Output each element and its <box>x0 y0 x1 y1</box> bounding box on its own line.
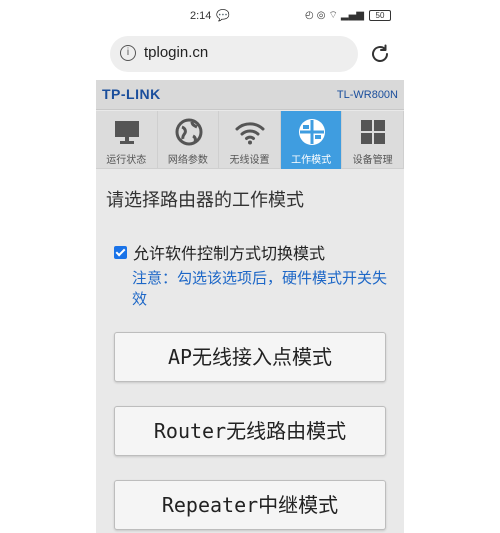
message-icon: 💬 <box>216 9 230 22</box>
tab-wireless[interactable]: 无线设置 <box>219 111 281 169</box>
reload-icon[interactable] <box>368 42 392 66</box>
brand-bar: TP-LINK TL-WR800N <box>96 80 404 110</box>
checkbox-label[interactable]: 允许软件控制方式切换模式 <box>133 240 325 264</box>
page-title: 请选择路由器的工作模式 <box>106 190 304 211</box>
router-panel: TP-LINK TL-WR800N 运行状态 网络参数 无线设置 工作模式 设备… <box>96 80 404 533</box>
mode-icon <box>298 119 325 145</box>
nfc-icon: ◴ <box>305 10 314 21</box>
tab-label: 网络参数 <box>167 155 208 166</box>
mute-icon: ◎ <box>316 10 326 21</box>
software-control-checkbox[interactable] <box>114 245 127 259</box>
tab-label: 运行状态 <box>106 155 147 166</box>
warning-note: 注意：勾选该选项后，硬件模式开关失效 <box>132 269 388 308</box>
url-text[interactable]: tplogin.cn <box>144 44 208 61</box>
tab-status[interactable]: 运行状态 <box>96 111 158 169</box>
signal-icon: ▂▄▆ <box>340 10 364 21</box>
battery-icon: 50 <box>368 10 391 21</box>
ap-mode-button[interactable]: AP无线接入点模式 <box>114 332 386 382</box>
tab-label: 工作模式 <box>291 155 332 166</box>
brand-logo: TP-LINK <box>102 86 161 102</box>
tab-label: 无线设置 <box>229 155 270 166</box>
repeater-mode-button[interactable]: Repeater中继模式 <box>114 480 386 530</box>
info-icon[interactable]: i <box>120 45 136 61</box>
grid-icon <box>361 120 386 144</box>
status-time: 2:14 <box>190 10 212 22</box>
model-name: TL-WR800N <box>336 89 398 101</box>
tab-work-mode[interactable]: 工作模式 <box>280 111 343 169</box>
globe-icon <box>175 118 203 146</box>
wifi-icon <box>235 122 265 145</box>
nav-tabs: 运行状态 网络参数 无线设置 工作模式 设备管理 <box>96 111 404 169</box>
address-bar[interactable]: i tplogin.cn <box>110 36 358 72</box>
tab-device-manage[interactable]: 设备管理 <box>342 111 404 169</box>
tab-network[interactable]: 网络参数 <box>158 111 220 169</box>
monitor-icon <box>115 121 139 144</box>
tab-label: 设备管理 <box>352 155 393 166</box>
software-control-option[interactable]: 允许软件控制方式切换模式 <box>114 240 325 264</box>
wifi-status-icon: ⌔ <box>328 10 338 21</box>
router-mode-button[interactable]: Router无线路由模式 <box>114 406 386 456</box>
status-icons: ◴ ◎ ⌔ ▂▄▆ 50 <box>305 9 391 22</box>
status-bar: 2:14 💬 ◴ ◎ ⌔ ▂▄▆ 50 <box>0 0 500 34</box>
